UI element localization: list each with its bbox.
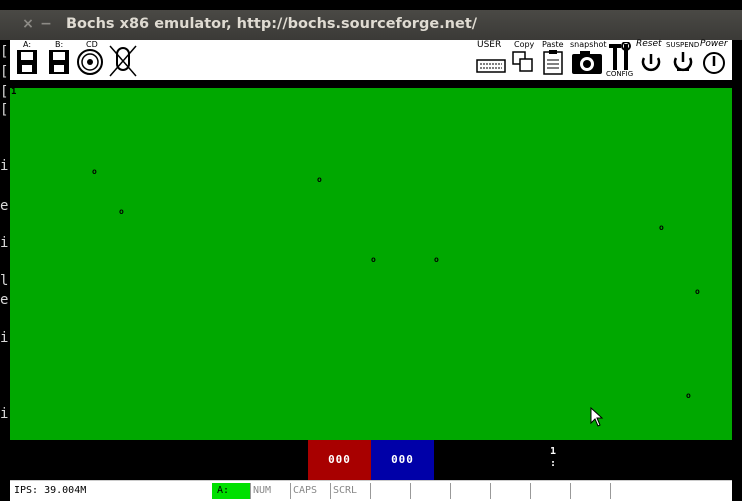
status-cell: A: [210, 483, 250, 499]
terminal-char: i [0, 406, 9, 422]
status-cell [450, 483, 490, 499]
user-button[interactable]: USER [476, 40, 506, 78]
game-dot: o [695, 287, 700, 296]
tools-icon [609, 42, 631, 70]
power-button[interactable]: Power [700, 39, 730, 78]
copy-label: Copy [514, 40, 535, 49]
suspend-button[interactable]: SUSPEND [666, 41, 700, 78]
floppy-a-label: A: [23, 40, 32, 49]
terminal-char: [ [0, 102, 9, 118]
terminal-char: [ [0, 44, 9, 60]
status-cell [570, 483, 610, 499]
status-cell [530, 483, 570, 499]
bochs-window: × − Bochs x86 emulator, http://bochs.sou… [0, 10, 742, 501]
reset-button[interactable]: Reset [636, 39, 666, 78]
power-label: Power [700, 39, 728, 49]
floppy-b-label: B: [55, 40, 64, 49]
status-cell [610, 483, 732, 499]
score-red: 000 [308, 440, 371, 480]
status-bar: IPS: 39.004M A: NUM CAPS SCRL [10, 480, 732, 501]
corner-char: 1 [11, 87, 17, 97]
window-title: Bochs x86 emulator, http://bochs.sourcef… [66, 16, 478, 32]
paste-button[interactable]: Paste [540, 40, 568, 78]
emulator-screen[interactable]: 1 o o o o o o o o [10, 88, 732, 440]
status-cell [490, 483, 530, 499]
terminal-char: [ [0, 64, 9, 80]
game-dot: o [371, 255, 376, 264]
game-hud: 000 000 1 : [10, 440, 732, 480]
game-dot: o [92, 167, 97, 176]
close-icon[interactable]: × [21, 17, 35, 31]
floppy-b-button[interactable]: B: [46, 40, 72, 78]
terminal-char: i [0, 158, 9, 174]
terminal-char: i [0, 330, 9, 346]
cdrom-label: CD [86, 40, 98, 49]
mouse-button[interactable] [108, 42, 138, 78]
game-dot: o [434, 255, 439, 264]
reset-label: Reset [636, 39, 662, 49]
mouse-pointer-icon [590, 407, 604, 427]
status-cell [410, 483, 450, 499]
suspend-label: SUSPEND [666, 41, 700, 49]
game-dot: o [686, 391, 691, 400]
game-dot: o [317, 175, 322, 184]
terminal-char: i [0, 235, 9, 251]
num-lock-indicator: NUM [250, 483, 290, 499]
game-dot: o [119, 207, 124, 216]
status-cell [370, 483, 410, 499]
terminal-char: [ [0, 84, 9, 100]
config-label: CONFIG [606, 70, 634, 78]
drive-indicator: A: [212, 483, 250, 499]
score-blue: 000 [371, 440, 434, 480]
mouse-disabled-icon [109, 45, 137, 77]
cdrom-button[interactable]: CD [76, 40, 104, 78]
config-button[interactable]: CONFIG [606, 42, 634, 78]
scroll-lock-indicator: SCRL [330, 483, 370, 499]
toolbar: A: B: CD USER Copy Paste snapshot CONFIG… [10, 39, 732, 82]
snapshot-label: snapshot [570, 40, 607, 49]
user-label: USER [477, 40, 502, 50]
game-dot: o [659, 223, 664, 232]
minimize-icon[interactable]: − [39, 17, 53, 31]
ips-readout: IPS: 39.004M [14, 485, 87, 496]
copy-button[interactable]: Copy [510, 40, 536, 78]
window-titlebar[interactable]: × − Bochs x86 emulator, http://bochs.sou… [0, 10, 742, 40]
level-bottom: : [550, 458, 557, 469]
caps-lock-indicator: CAPS [290, 483, 330, 499]
paste-label: Paste [542, 40, 564, 49]
terminal-char: l [0, 273, 9, 289]
floppy-a-button[interactable]: A: [14, 40, 40, 78]
terminal-char: e [0, 292, 9, 308]
terminal-char: e [0, 198, 9, 214]
snapshot-button[interactable]: snapshot [570, 40, 607, 78]
level-top: 1 [550, 446, 557, 457]
level-indicator: 1 : [550, 446, 556, 470]
